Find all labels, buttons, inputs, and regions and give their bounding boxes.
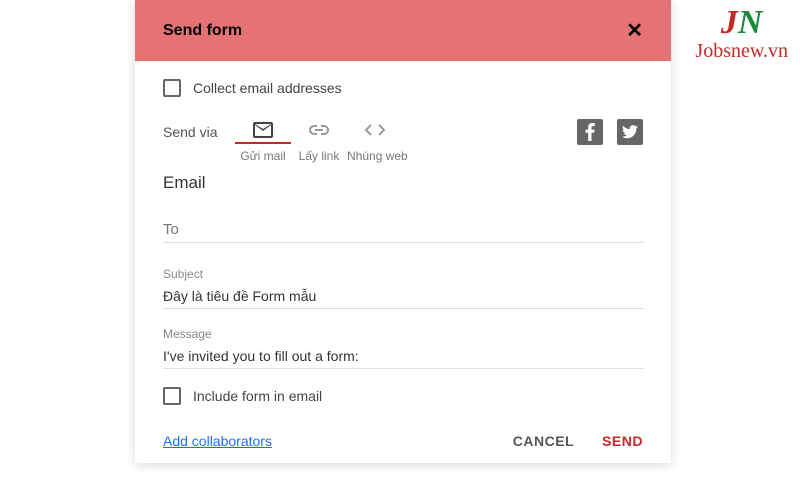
- message-field: Message: [163, 327, 643, 369]
- include-form-row: Include form in email: [163, 387, 643, 405]
- tab-captions: Gửi mail Lấy link Nhúng web: [235, 149, 643, 163]
- to-input[interactable]: [163, 217, 643, 243]
- dialog-body: Collect email addresses Send via: [135, 61, 671, 463]
- message-input[interactable]: [163, 344, 643, 369]
- subject-label: Subject: [163, 267, 643, 281]
- tab-email-caption: Gửi mail: [235, 149, 291, 163]
- include-form-checkbox[interactable]: [163, 387, 181, 405]
- watermark-logo: JN: [695, 6, 788, 40]
- link-icon: [309, 120, 329, 140]
- collect-emails-checkbox[interactable]: [163, 79, 181, 97]
- watermark: JN Jobsnew.vn: [695, 6, 788, 63]
- footer-actions: CANCEL SEND: [513, 433, 643, 449]
- close-icon[interactable]: ✕: [626, 18, 643, 43]
- twitter-icon[interactable]: [617, 119, 643, 145]
- subject-input[interactable]: [163, 284, 643, 309]
- send-via-tabs: [235, 120, 403, 144]
- send-form-dialog: Send form ✕ Collect email addresses Send…: [135, 0, 671, 463]
- send-button[interactable]: SEND: [602, 433, 643, 449]
- dialog-title: Send form: [163, 22, 242, 40]
- collect-emails-label: Collect email addresses: [193, 80, 342, 96]
- email-section-title: Email: [163, 173, 643, 193]
- include-form-label: Include form in email: [193, 388, 322, 404]
- social-share-group: [577, 119, 643, 145]
- tab-email[interactable]: [235, 120, 291, 144]
- add-collaborators-link[interactable]: Add collaborators: [163, 433, 272, 449]
- subject-field: Subject: [163, 267, 643, 309]
- collect-emails-row: Collect email addresses: [163, 79, 643, 97]
- dialog-footer: Add collaborators CANCEL SEND: [163, 433, 643, 449]
- tab-embed[interactable]: [347, 120, 403, 144]
- cancel-button[interactable]: CANCEL: [513, 433, 574, 449]
- send-via-label: Send via: [163, 124, 235, 140]
- email-icon: [253, 120, 273, 140]
- watermark-text: Jobsnew.vn: [695, 40, 788, 63]
- tab-embed-caption: Nhúng web: [347, 149, 403, 163]
- message-label: Message: [163, 327, 643, 341]
- send-via-row: Send via: [163, 119, 643, 145]
- watermark-n: N: [738, 4, 763, 41]
- facebook-icon[interactable]: [577, 119, 603, 145]
- embed-icon: [364, 120, 386, 140]
- tab-link[interactable]: [291, 120, 347, 144]
- watermark-j: J: [721, 4, 738, 41]
- tab-link-caption: Lấy link: [291, 149, 347, 163]
- dialog-header: Send form ✕: [135, 0, 671, 61]
